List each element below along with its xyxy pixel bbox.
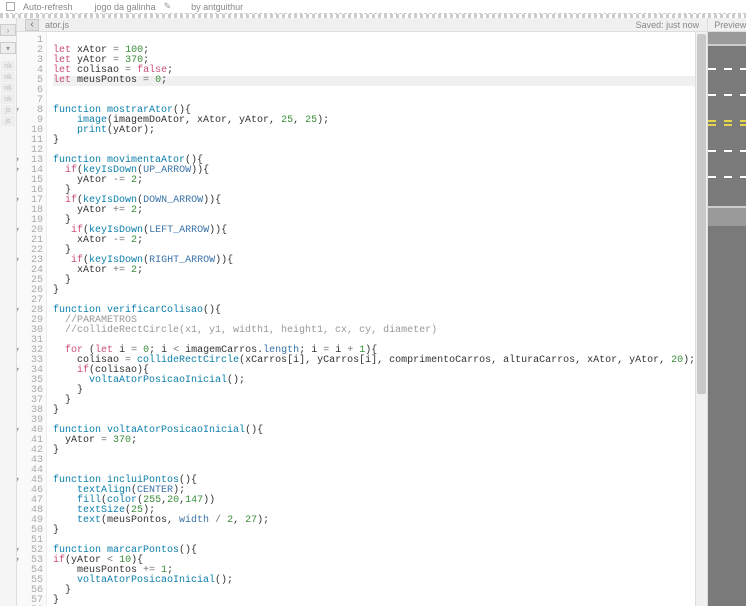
editor: ‹ ator.js Saved: just now 1234567▾891011… — [17, 18, 708, 606]
tabbar: ‹ ator.js Saved: just now — [17, 18, 707, 32]
code-line[interactable]: print(yAtor); — [53, 126, 695, 136]
sidebar-file[interactable]: nk — [1, 94, 15, 104]
code-area[interactable]: 1234567▾89101112▾13▾141516▾171819▾202122… — [17, 32, 707, 606]
author-label: by antguithur — [191, 2, 243, 12]
code-line[interactable]: if(keyIsDown(UP_ARROW)){ — [53, 166, 695, 176]
sidebar-toggle[interactable]: › — [0, 24, 16, 36]
code-line[interactable]: //collideRectCircle(x1, y1, width1, heig… — [53, 326, 695, 336]
autorefresh-label: Auto-refresh — [23, 2, 73, 12]
code-line[interactable]: } — [53, 286, 695, 296]
preview-panel: Preview 🐔 — [708, 18, 746, 606]
code-line[interactable]: } — [53, 406, 695, 416]
code-line[interactable]: colisao = collideRectCircle(xCarros[i], … — [53, 356, 695, 366]
code-line[interactable]: } — [53, 446, 695, 456]
filename[interactable]: ator.js — [45, 20, 69, 30]
code-line[interactable]: voltaAtorPosicaoInicial(); — [53, 576, 695, 586]
project-name[interactable]: jogo da galinha — [95, 2, 156, 12]
scrollbar[interactable] — [695, 32, 707, 606]
sidebar-file[interactable]: nk — [1, 83, 15, 93]
code-line[interactable]: function marcarPontos(){ — [53, 546, 695, 556]
code-line[interactable]: } — [53, 526, 695, 536]
code-line[interactable]: xAtor -= 2; — [53, 236, 695, 246]
code-line[interactable]: } — [53, 386, 695, 396]
scrollbar-thumb[interactable] — [697, 34, 706, 394]
code-lines[interactable]: let xAtor = 100;let yAtor = 370;let coli… — [47, 32, 695, 606]
code-line[interactable]: let meusPontos = 0; — [53, 76, 695, 86]
back-button[interactable]: ‹ — [25, 19, 39, 31]
code-line[interactable] — [53, 36, 695, 46]
sidebar-file[interactable]: js — [1, 105, 15, 115]
code-line[interactable]: function verificarColisao(){ — [53, 306, 695, 316]
autorefresh-checkbox[interactable] — [6, 2, 15, 11]
code-line[interactable]: xAtor += 2; — [53, 266, 695, 276]
code-line[interactable]: let xAtor = 100; — [53, 46, 695, 56]
code-line[interactable]: yAtor = 370; — [53, 436, 695, 446]
code-line[interactable]: } — [53, 586, 695, 596]
code-line[interactable]: yAtor -= 2; — [53, 176, 695, 186]
sidebar-file[interactable]: nk — [1, 61, 15, 71]
code-line[interactable]: if(keyIsDown(RIGHT_ARROW)){ — [53, 256, 695, 266]
preview-tab[interactable]: Preview — [708, 18, 746, 32]
gutter: 1234567▾89101112▾13▾141516▾171819▾202122… — [17, 32, 47, 606]
code-line[interactable]: if(keyIsDown(LEFT_ARROW)){ — [53, 226, 695, 236]
saved-status: Saved: just now — [636, 20, 700, 30]
code-line[interactable]: } — [53, 136, 695, 146]
topbar: Auto-refresh jogo da galinha ✎ by antgui… — [0, 0, 746, 14]
code-line[interactable]: } — [53, 596, 695, 606]
code-line[interactable] — [53, 86, 695, 96]
sidebar-file[interactable]: js — [1, 116, 15, 126]
code-line[interactable]: if(keyIsDown(DOWN_ARROW)){ — [53, 196, 695, 206]
sidebar: › ▾ nknknknkjsjs — [0, 18, 17, 606]
preview-canvas: 🐔 — [708, 32, 746, 606]
code-line[interactable]: } — [53, 276, 695, 286]
code-line[interactable]: voltaAtorPosicaoInicial(); — [53, 376, 695, 386]
main: › ▾ nknknknkjsjs ‹ ator.js Saved: just n… — [0, 18, 746, 606]
sidebar-collapse[interactable]: ▾ — [0, 42, 16, 54]
code-line[interactable] — [53, 456, 695, 466]
code-line[interactable]: yAtor += 2; — [53, 206, 695, 216]
sidebar-file[interactable]: nk — [1, 72, 15, 82]
pencil-icon[interactable]: ✎ — [164, 1, 172, 12]
code-line[interactable]: text(meusPontos, width / 2, 27); — [53, 516, 695, 526]
code-line[interactable]: function voltaAtorPosicaoInicial(){ — [53, 426, 695, 436]
code-line[interactable]: } — [53, 396, 695, 406]
